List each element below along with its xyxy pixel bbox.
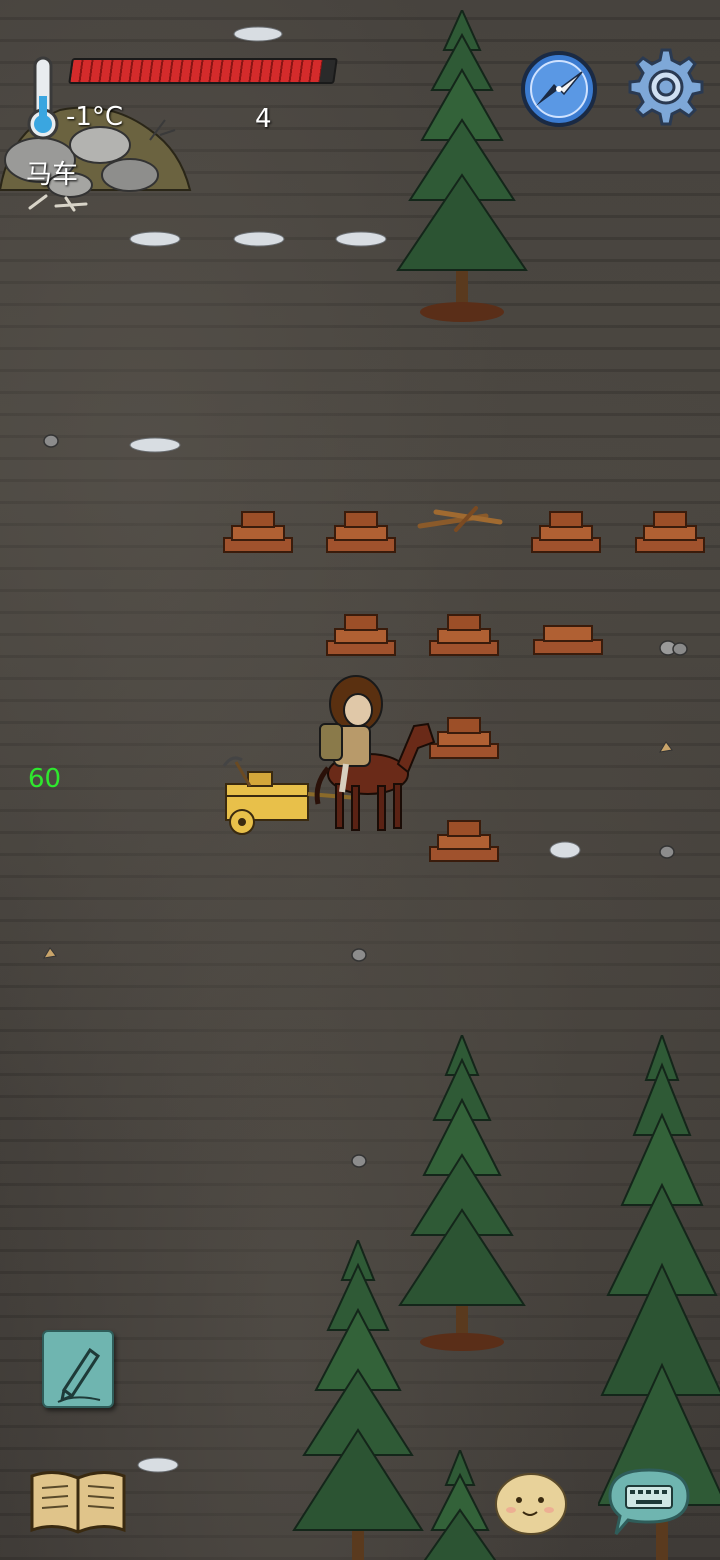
kindling-sticks[interactable] [416,504,506,534]
pine-tree[interactable] [388,10,538,330]
health-bar [68,58,338,84]
gear-icon[interactable] [620,46,704,130]
pine-tree[interactable] [290,1240,430,1560]
thermometer-icon [27,56,59,140]
firewood-pile[interactable] [325,506,397,556]
firewood-pile[interactable] [530,506,602,556]
firewood-pile[interactable] [428,609,500,659]
emote-face-icon[interactable] [493,1470,569,1536]
small-rock[interactable] [350,947,368,963]
keyboard-icon[interactable] [606,1466,692,1538]
snow-patch [335,231,387,247]
snow-patch [233,26,283,42]
snow-patch [129,231,181,247]
player-horse-cart[interactable] [218,664,440,840]
small-rock[interactable] [42,433,60,449]
firewood-pile[interactable] [222,506,294,556]
small-rock[interactable] [350,1153,368,1169]
firewood-pile[interactable] [634,506,706,556]
compass-icon[interactable] [520,50,598,128]
small-rock[interactable] [658,638,690,658]
firewood-pile[interactable] [325,609,397,659]
flint-chip[interactable] [42,946,58,960]
small-rock[interactable] [658,844,676,860]
snow-patch [129,437,181,453]
health-bar-fill [70,60,323,82]
firewood-pile[interactable] [532,618,604,658]
bones[interactable] [26,190,96,214]
pencil-icon [57,1347,101,1403]
book-icon[interactable] [28,1466,128,1538]
flint-chip[interactable] [658,740,674,754]
location-label: 马车 [26,160,79,190]
temperature-readout: -1°C [66,102,124,132]
item-count: 4 [255,104,272,134]
snow-patch [549,841,581,859]
snow-patch [137,1457,179,1473]
fps-counter: 60 [28,764,62,794]
pencil-button[interactable] [42,1330,114,1408]
snow-patch [233,231,285,247]
game-world[interactable]: 60 -1°C 4 马车 [0,0,720,1560]
